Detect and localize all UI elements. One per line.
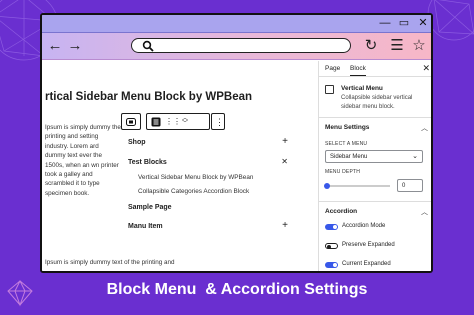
menu-icon[interactable]: ☰ — [388, 37, 406, 55]
window-titlebar: — ▭ ✕ — [42, 15, 431, 33]
caption-heading: Block Menu & Accordion Settings — [106, 281, 368, 298]
menu-item-label: Manu Item — [128, 223, 163, 230]
toggle-knob — [326, 244, 331, 249]
browser-window: — ▭ ✕ ← → ↻ ☰ ☆ rtical Sidebar Menu Bloc… — [40, 13, 433, 273]
editor-canvas: rtical Sidebar Menu Block by WPBean Ipsu… — [42, 61, 318, 271]
block-icon — [325, 85, 334, 94]
toggle-label: Current Expanded — [342, 261, 391, 267]
block-name: Vertical Menu — [341, 85, 383, 92]
tab-block[interactable]: Block — [350, 65, 366, 76]
chevron-down-icon: ⌄ — [412, 153, 418, 160]
close-icon[interactable]: ✕ — [422, 63, 430, 74]
block-controls-group: ⋮⋮ ︿ ﹀ — [146, 113, 210, 130]
search-icon — [142, 40, 154, 52]
menu-item-test-blocks[interactable]: Test Blocks ✕ — [128, 157, 288, 169]
panel-title-menu-settings[interactable]: Menu Settings — [325, 124, 369, 131]
move-arrows-icon[interactable]: ︿ ﹀ — [180, 116, 190, 127]
list-icon[interactable] — [151, 117, 161, 127]
toggle-knob — [333, 263, 337, 267]
menu-depth-label: MENU DEPTH — [325, 169, 361, 175]
plus-icon[interactable]: + — [282, 220, 288, 232]
plus-icon[interactable]: + — [282, 136, 288, 148]
menu-select[interactable]: Sidebar Menu ⌄ — [325, 150, 423, 163]
toggle-knob — [333, 225, 337, 229]
arrow-right-icon[interactable]: → — [66, 37, 84, 55]
menu-item-manu-item[interactable]: Manu Item + — [128, 220, 288, 233]
minimize-button[interactable]: — — [379, 17, 391, 29]
post-paragraph[interactable]: Ipsum is simply dummy the printing and s… — [45, 123, 121, 198]
menu-item-shop[interactable]: Shop + — [128, 136, 288, 149]
block-type-button[interactable] — [121, 113, 141, 130]
settings-sidebar: Page Block ✕ Vertical Menu Collapsible s… — [318, 61, 431, 271]
browser-toolbar: ← → ↻ ☰ ☆ — [42, 33, 431, 60]
menu-item-label: Sample Page — [128, 204, 172, 211]
accordion-mode-toggle[interactable] — [325, 224, 338, 230]
divider — [319, 117, 431, 118]
more-options-icon: ⋮ — [215, 117, 224, 127]
tab-page[interactable]: Page — [325, 65, 340, 72]
preserve-expanded-toggle[interactable] — [325, 243, 338, 249]
arrow-left-icon[interactable]: ← — [46, 37, 64, 55]
chevron-up-icon[interactable]: ︿ — [421, 123, 428, 133]
slider-thumb[interactable] — [324, 183, 330, 189]
submenu-item[interactable]: Vertical Sidebar Menu Block by WPBean — [138, 174, 253, 181]
address-bar[interactable] — [131, 38, 351, 53]
post-title[interactable]: rtical Sidebar Menu Block by WPBean — [45, 91, 252, 103]
sidebar-tabs: Page Block ✕ — [319, 61, 431, 77]
close-icon[interactable]: ✕ — [281, 156, 288, 168]
reload-icon[interactable]: ↻ — [362, 37, 380, 55]
post-footer-paragraph[interactable]: Ipsum is simply dummy text of the printi… — [45, 259, 175, 266]
submenu-item[interactable]: Collapsible Categories Accordion Block — [138, 188, 249, 195]
divider — [319, 201, 431, 202]
block-type-icon — [126, 118, 136, 126]
block-description: Collapsible sidebar vertical sidebar men… — [341, 95, 413, 110]
panel-title-accordion[interactable]: Accordion — [325, 208, 357, 215]
chevron-up-icon[interactable]: ︿ — [421, 207, 428, 217]
current-expanded-toggle[interactable] — [325, 262, 338, 268]
menu-item-label: Shop — [128, 139, 146, 146]
menu-select-value: Sidebar Menu — [330, 153, 368, 160]
menu-item-label: Test Blocks — [128, 159, 167, 166]
menu-depth-slider[interactable] — [324, 183, 390, 189]
star-icon[interactable]: ☆ — [410, 37, 428, 55]
more-options-button[interactable]: ⋮ — [211, 113, 225, 130]
drag-handle-icon[interactable]: ⋮⋮ — [165, 117, 181, 127]
toggle-label: Accordion Mode — [342, 223, 386, 229]
select-menu-label: SELECT A MENU — [325, 141, 368, 147]
menu-depth-input[interactable]: 0 — [397, 179, 423, 192]
toggle-label: Preserve Expanded — [342, 242, 395, 248]
menu-item-sample-page[interactable]: Sample Page — [128, 202, 288, 214]
close-window-button[interactable]: ✕ — [417, 17, 429, 29]
maximize-button[interactable]: ▭ — [398, 17, 410, 29]
menu-depth-value: 0 — [402, 182, 406, 189]
